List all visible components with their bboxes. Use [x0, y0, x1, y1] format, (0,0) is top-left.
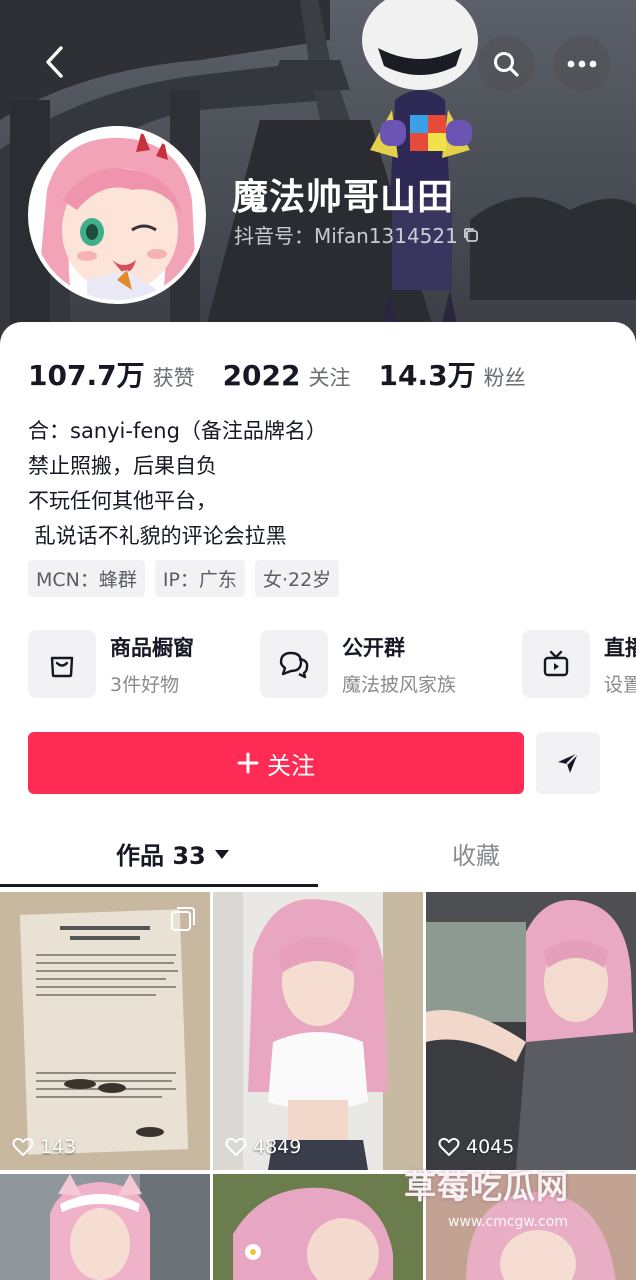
heart-icon: [12, 1137, 34, 1156]
bio-line: 不玩任何其他平台，: [28, 489, 217, 513]
avatar-image: [32, 130, 202, 300]
stat-likes-value: 107.7万: [28, 359, 145, 392]
stat-followers-label: 粉丝: [483, 366, 526, 390]
bio-line: 禁止照搬，后果自负: [28, 454, 217, 478]
stat-following-value: 2022: [222, 359, 301, 392]
share-button[interactable]: [536, 732, 600, 794]
bio-line: 乱说话不礼貌的评论会拉黑: [28, 524, 287, 548]
post-tile[interactable]: 4045: [426, 892, 636, 1170]
stat-likes-label: 获赞: [152, 366, 195, 390]
back-button[interactable]: [30, 38, 78, 86]
stat-followers[interactable]: 14.3万 粉丝: [379, 354, 526, 394]
feature-row: 商品橱窗 3件好物 公开群 魔法披风家族 直播 设置: [28, 630, 636, 700]
profile-banner: 魔法帅哥山田 抖音号：Mifan1314521: [0, 0, 636, 350]
tag-mcn: MCN：蜂群: [28, 560, 145, 597]
profile-stats: 107.7万 获赞 2022 关注 14.3万 粉丝: [28, 354, 554, 394]
post-tile[interactable]: [213, 1174, 423, 1280]
post-tile[interactable]: 143: [0, 892, 210, 1170]
more-options-button[interactable]: [554, 36, 610, 92]
tab-favorites-label: 收藏: [452, 842, 500, 870]
douyin-id[interactable]: 抖音号：Mifan1314521: [234, 220, 480, 249]
search-button[interactable]: [478, 36, 534, 92]
heart-icon: [438, 1137, 460, 1156]
tab-works[interactable]: 作品 33: [116, 836, 230, 871]
feature-public-group[interactable]: 公开群 魔法披风家族: [260, 630, 456, 698]
bio-line: 合：sanyi-feng（备注品牌名）: [28, 419, 327, 443]
caret-down-icon: [214, 849, 229, 859]
post-tile[interactable]: [0, 1174, 210, 1280]
shopping-bag-icon: [28, 630, 96, 698]
post-thumbnail: [213, 892, 423, 1170]
multi-image-icon: [171, 907, 195, 931]
more-dots-icon: [567, 60, 597, 68]
feature-shop-title: 商品橱窗: [110, 635, 194, 660]
feature-shop-window[interactable]: 商品橱窗 3件好物: [28, 630, 194, 698]
post-thumbnail: [213, 1174, 423, 1280]
tag-gender-age: 女·22岁: [254, 560, 340, 597]
post-tile[interactable]: 4849: [213, 892, 423, 1170]
tab-favorites[interactable]: 收藏: [452, 836, 500, 871]
watermark-url: www.cmcgw.com: [448, 1214, 568, 1230]
search-icon: [494, 52, 519, 77]
stat-following[interactable]: 2022 关注: [223, 359, 351, 392]
feature-live-title: 直播: [604, 635, 636, 660]
feature-live[interactable]: 直播 设置: [522, 630, 636, 698]
post-likes-count: 4849: [253, 1136, 302, 1158]
post-likes: 143: [12, 1136, 76, 1158]
watermark-title: 草莓吃瓜网: [404, 1168, 570, 1206]
stat-likes[interactable]: 107.7万 获赞: [28, 354, 195, 394]
feature-live-subtitle: 设置: [604, 673, 636, 696]
post-likes-count: 143: [40, 1136, 77, 1158]
follow-button-label: 关注: [267, 751, 315, 780]
group-chat-icon: [260, 630, 328, 698]
douyin-id-text: 抖音号：Mifan1314521: [234, 224, 458, 248]
profile-card: 107.7万 获赞 2022 关注 14.3万 粉丝 合：sanyi-feng（…: [0, 322, 636, 1280]
back-arrow-icon: [46, 46, 63, 78]
tag-ip-location: IP：广东: [154, 560, 245, 597]
stat-following-label: 关注: [308, 366, 351, 390]
profile-tags: MCN：蜂群 IP：广东 女·22岁: [28, 560, 340, 597]
profile-nickname: 魔法帅哥山田: [232, 177, 455, 218]
post-likes-count: 4045: [466, 1136, 515, 1158]
post-thumbnail: [0, 892, 210, 1170]
tab-works-label: 作品 33: [116, 842, 206, 870]
watermark-logo: 草莓吃瓜网 www.cmcgw.com: [404, 1162, 604, 1242]
post-thumbnail: [0, 1174, 210, 1280]
send-icon: [558, 752, 579, 773]
copy-icon[interactable]: [462, 226, 480, 244]
active-tab-indicator: [0, 884, 318, 887]
tv-icon: [522, 630, 590, 698]
avatar[interactable]: [28, 126, 206, 304]
heart-icon: [225, 1137, 247, 1156]
post-likes: 4849: [225, 1136, 301, 1158]
post-likes: 4045: [438, 1136, 514, 1158]
post-thumbnail: [426, 892, 636, 1170]
content-tabs: 作品 33 收藏: [0, 818, 636, 890]
feature-group-title: 公开群: [342, 635, 405, 660]
stat-followers-value: 14.3万: [378, 359, 476, 392]
profile-bio: 合：sanyi-feng（备注品牌名） 禁止照搬，后果自负 不玩任何其他平台， …: [28, 414, 327, 554]
feature-shop-subtitle: 3件好物: [110, 673, 180, 696]
feature-group-subtitle: 魔法披风家族: [342, 673, 457, 696]
plus-icon: [237, 752, 259, 774]
follow-button[interactable]: 关注: [28, 732, 524, 794]
